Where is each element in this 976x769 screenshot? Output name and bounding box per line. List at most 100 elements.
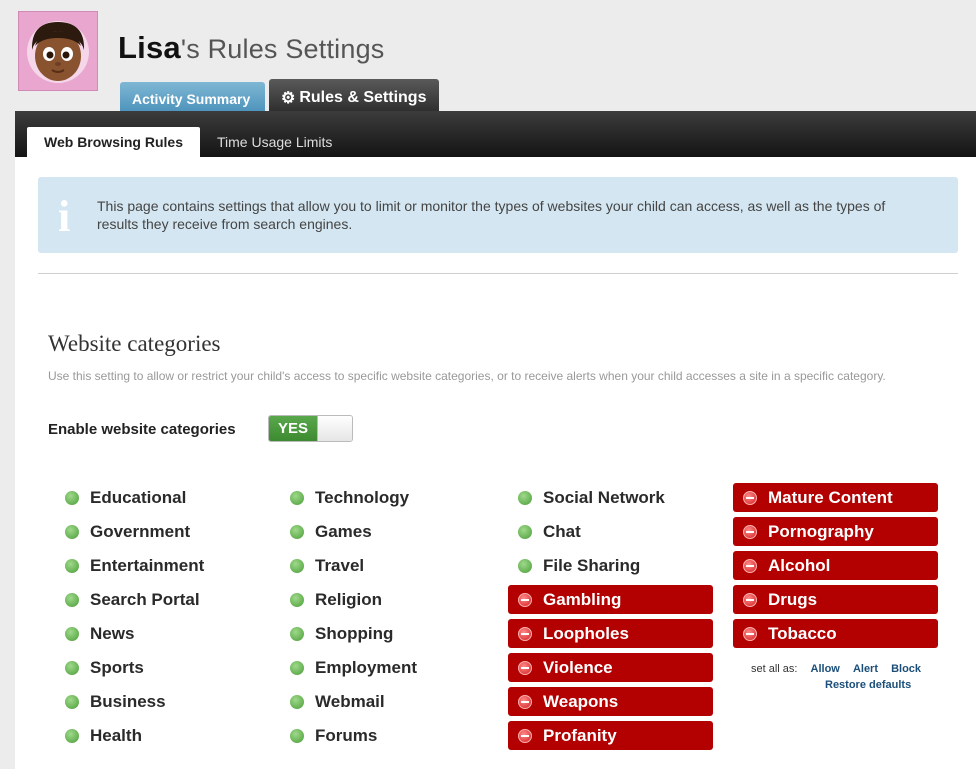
category-item[interactable]: Violence <box>508 653 713 682</box>
category-item[interactable]: Religion <box>280 585 485 614</box>
section-description: Use this setting to allow or restrict yo… <box>48 369 886 383</box>
set-all-alert-link[interactable]: Alert <box>853 663 878 675</box>
category-label: Alcohol <box>768 555 831 575</box>
category-item[interactable]: Government <box>55 517 260 546</box>
category-item[interactable]: Sports <box>55 653 260 682</box>
category-label: Profanity <box>543 725 617 745</box>
category-item[interactable]: Technology <box>280 483 485 512</box>
allow-check-icon <box>290 626 304 641</box>
allow-check-icon <box>65 728 79 743</box>
category-label: Shopping <box>315 623 394 643</box>
allow-check-icon <box>65 524 79 539</box>
category-label: Employment <box>315 657 418 677</box>
category-item[interactable]: Shopping <box>280 619 485 648</box>
category-item[interactable]: Entertainment <box>55 551 260 580</box>
allow-check-icon <box>290 524 304 539</box>
category-label: Travel <box>315 555 365 575</box>
category-label: Entertainment <box>90 555 205 575</box>
enable-categories-toggle[interactable]: YES <box>268 415 353 442</box>
tab-rules-label: Rules & Settings <box>299 88 427 106</box>
toggle-yes-label: YES <box>269 416 317 441</box>
category-label: Sports <box>90 657 144 677</box>
allow-check-icon <box>65 490 79 505</box>
category-item[interactable]: Employment <box>280 653 485 682</box>
tab-activity-summary[interactable]: Activity Summary <box>120 82 265 112</box>
category-item[interactable]: News <box>55 619 260 648</box>
allow-check-icon <box>518 490 532 505</box>
category-label: Business <box>90 691 166 711</box>
subtab-web-browsing[interactable]: Web Browsing Rules <box>27 127 200 157</box>
block-minus-icon <box>743 524 757 539</box>
subtab-time-usage[interactable]: Time Usage Limits <box>217 127 332 157</box>
child-avatar <box>18 11 98 91</box>
category-label: Gambling <box>543 589 622 609</box>
toggle-knob[interactable] <box>317 416 352 441</box>
enable-categories-label: Enable website categories <box>48 421 236 438</box>
category-item[interactable]: Travel <box>280 551 485 580</box>
allow-check-icon <box>518 558 532 573</box>
allow-check-icon <box>518 524 532 539</box>
allow-check-icon <box>290 694 304 709</box>
category-item[interactable]: Social Network <box>508 483 713 512</box>
category-item[interactable]: Pornography <box>733 517 938 546</box>
category-item[interactable]: Drugs <box>733 585 938 614</box>
page-title-suffix: 's Rules Settings <box>180 34 385 64</box>
block-minus-icon <box>518 728 532 743</box>
allow-check-icon <box>65 558 79 573</box>
category-label: Drugs <box>768 589 818 609</box>
set-all-allow-link[interactable]: Allow <box>811 663 840 675</box>
allow-check-icon <box>290 660 304 675</box>
restore-defaults-link[interactable]: Restore defaults <box>825 679 911 691</box>
category-item[interactable]: Weapons <box>508 687 713 716</box>
block-minus-icon <box>518 592 532 607</box>
divider <box>38 273 958 274</box>
category-item[interactable]: Educational <box>55 483 260 512</box>
category-item[interactable]: Gambling <box>508 585 713 614</box>
category-item[interactable]: Alcohol <box>733 551 938 580</box>
category-label: Webmail <box>315 691 385 711</box>
category-item[interactable]: File Sharing <box>508 551 713 580</box>
page-title: Lisa's Rules Settings <box>118 30 385 66</box>
category-label: Tobacco <box>768 623 837 643</box>
tab-activity-label: Activity Summary <box>132 91 251 107</box>
allow-check-icon <box>65 592 79 607</box>
category-item[interactable]: Webmail <box>280 687 485 716</box>
allow-check-icon <box>290 490 304 505</box>
child-name: Lisa <box>118 30 181 65</box>
category-label: Games <box>315 521 372 541</box>
category-label: Educational <box>90 487 187 507</box>
category-label: File Sharing <box>543 555 641 575</box>
category-label: Violence <box>543 657 613 677</box>
allow-check-icon <box>65 626 79 641</box>
category-label: Search Portal <box>90 589 200 609</box>
block-minus-icon <box>518 694 532 709</box>
set-all-controls: set all as: Allow Alert Block <box>751 663 921 675</box>
category-item[interactable]: Loopholes <box>508 619 713 648</box>
allow-check-icon <box>290 558 304 573</box>
allow-check-icon <box>290 728 304 743</box>
block-minus-icon <box>743 490 757 505</box>
set-all-block-link[interactable]: Block <box>891 663 921 675</box>
category-item[interactable]: Games <box>280 517 485 546</box>
gear-icon: ⚙ <box>281 89 296 107</box>
allow-check-icon <box>65 660 79 675</box>
category-item[interactable]: Search Portal <box>55 585 260 614</box>
category-item[interactable]: Profanity <box>508 721 713 750</box>
category-label: Pornography <box>768 521 874 541</box>
info-box: i This page contains settings that allow… <box>38 177 958 253</box>
category-label: Chat <box>543 521 581 541</box>
category-item[interactable]: Tobacco <box>733 619 938 648</box>
category-label: Weapons <box>543 691 619 711</box>
category-item[interactable]: Chat <box>508 517 713 546</box>
section-title: Website categories <box>48 331 221 356</box>
category-label: Technology <box>315 487 410 507</box>
category-item[interactable]: Mature Content <box>733 483 938 512</box>
block-minus-icon <box>518 660 532 675</box>
category-item[interactable]: Forums <box>280 721 485 750</box>
category-item[interactable]: Business <box>55 687 260 716</box>
category-item[interactable]: Health <box>55 721 260 750</box>
tab-rules-settings[interactable]: ⚙ Rules & Settings <box>269 79 439 112</box>
set-all-label: set all as: <box>751 663 798 675</box>
block-minus-icon <box>743 558 757 573</box>
category-label: Health <box>90 725 142 745</box>
